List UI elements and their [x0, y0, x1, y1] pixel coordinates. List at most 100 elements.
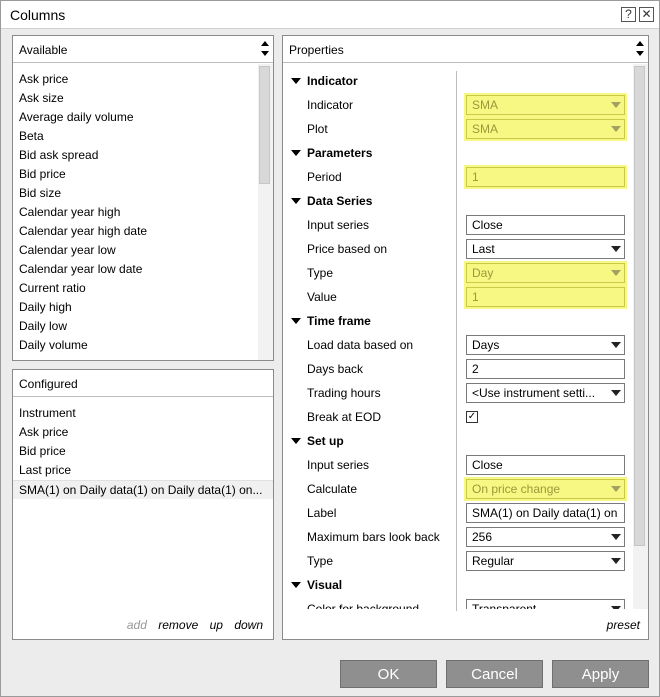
list-item[interactable]: Calendar year low date	[13, 260, 273, 279]
property-dropdown[interactable]: Last	[466, 239, 625, 259]
chevron-down-icon[interactable]	[611, 126, 621, 132]
scroll-thumb[interactable]	[259, 66, 270, 184]
property-row: Indicator SMA	[283, 93, 633, 117]
property-value: Last	[472, 242, 495, 256]
list-item[interactable]: Calendar year high	[13, 203, 273, 222]
cancel-button[interactable]: Cancel	[446, 660, 543, 688]
available-scrollbar[interactable]	[258, 64, 273, 360]
property-input[interactable]: 1	[466, 167, 625, 187]
chevron-down-icon[interactable]	[611, 534, 621, 540]
property-dropdown[interactable]: Regular	[466, 551, 625, 571]
collapse-triangle-icon[interactable]	[291, 582, 301, 588]
chevron-down-icon[interactable]	[611, 246, 621, 252]
property-dropdown[interactable]: Days	[466, 335, 625, 355]
list-item[interactable]: Bid price	[13, 442, 273, 461]
property-row: Trading hours <Use instrument setti...	[283, 381, 633, 405]
columns-dialog: Columns ? ✕ Available Ask price Ask size A…	[0, 0, 660, 697]
property-value: SMA(1) on Daily data(1) on	[472, 506, 618, 520]
list-item[interactable]: Bid ask spread	[13, 146, 273, 165]
chevron-down-icon[interactable]	[611, 486, 621, 492]
category-row[interactable]: Visual	[283, 573, 633, 597]
available-panel: Available Ask price Ask size Average daily…	[12, 35, 274, 361]
property-label: Color for background	[307, 602, 420, 609]
sort-arrows-icon[interactable]	[633, 36, 648, 63]
property-dropdown[interactable]: SMA	[466, 119, 625, 139]
list-item[interactable]: Instrument	[13, 404, 273, 423]
property-row: Maximum bars look back 256	[283, 525, 633, 549]
list-item[interactable]: Daily volume	[13, 336, 273, 355]
down-link[interactable]: down	[234, 618, 263, 632]
property-row: Type Day	[283, 261, 633, 285]
category-row[interactable]: Time frame	[283, 309, 633, 333]
property-value: Transparent	[472, 602, 537, 609]
property-label: Days back	[307, 362, 364, 376]
chevron-down-icon[interactable]	[611, 390, 621, 396]
collapse-triangle-icon[interactable]	[291, 78, 301, 84]
property-value: Close	[472, 458, 503, 472]
add-link[interactable]: add	[127, 618, 147, 632]
property-dropdown[interactable]: SMA	[466, 95, 625, 115]
property-dropdown[interactable]: 256	[466, 527, 625, 547]
properties-scrollbar[interactable]	[633, 64, 648, 609]
break-at-eod-checkbox[interactable]: ✓	[466, 411, 478, 423]
property-dropdown[interactable]: <Use instrument setti...	[466, 383, 625, 403]
property-dropdown[interactable]: On price change	[466, 479, 625, 499]
list-item[interactable]: Beta	[13, 127, 273, 146]
chevron-down-icon[interactable]	[611, 102, 621, 108]
property-input[interactable]: SMA(1) on Daily data(1) on	[466, 503, 625, 523]
list-item[interactable]: Average daily volume	[13, 108, 273, 127]
property-value: 1	[472, 170, 479, 184]
scroll-thumb[interactable]	[634, 66, 645, 546]
apply-button[interactable]: Apply	[552, 660, 649, 688]
list-item[interactable]: Ask price	[13, 70, 273, 89]
property-dropdown[interactable]: Day	[466, 263, 625, 283]
property-input[interactable]: Close	[466, 215, 625, 235]
property-row: Input series Close	[283, 453, 633, 477]
list-item[interactable]: Last price	[13, 461, 273, 480]
property-input[interactable]: 1	[466, 287, 625, 307]
list-item[interactable]: Calendar year low	[13, 241, 273, 260]
list-item[interactable]: Calendar year high date	[13, 222, 273, 241]
property-input[interactable]: Close	[466, 455, 625, 475]
category-row[interactable]: Data Series	[283, 189, 633, 213]
list-item[interactable]: Daily high	[13, 298, 273, 317]
property-row: Input series Close	[283, 213, 633, 237]
category-row[interactable]: Parameters	[283, 141, 633, 165]
remove-link[interactable]: remove	[158, 618, 198, 632]
property-grid: Indicator Indicator SMA Plot SMA Parameters Pe…	[283, 69, 633, 609]
list-item[interactable]: Bid price	[13, 165, 273, 184]
title-bar: Columns ? ✕	[1, 1, 659, 29]
preset-link[interactable]: preset	[607, 618, 640, 632]
list-item[interactable]: Bid size	[13, 184, 273, 203]
property-label: Trading hours	[307, 386, 381, 400]
list-item[interactable]: Ask price	[13, 423, 273, 442]
help-icon[interactable]: ?	[621, 7, 636, 22]
list-item[interactable]: Ask size	[13, 89, 273, 108]
category-label: Set up	[307, 434, 344, 448]
property-row: Load data based on Days	[283, 333, 633, 357]
property-value: Day	[472, 266, 494, 280]
property-value: 256	[472, 530, 493, 544]
category-row[interactable]: Set up	[283, 429, 633, 453]
collapse-triangle-icon[interactable]	[291, 318, 301, 324]
property-row: Break at EOD ✓	[283, 405, 633, 429]
list-item[interactable]: SMA(1) on Daily data(1) on Daily data(1)…	[13, 480, 273, 499]
list-item[interactable]: Daily low	[13, 317, 273, 336]
property-value: On price change	[472, 482, 561, 496]
collapse-triangle-icon[interactable]	[291, 150, 301, 156]
chevron-down-icon[interactable]	[611, 342, 621, 348]
list-item[interactable]: Current ratio	[13, 279, 273, 298]
collapse-triangle-icon[interactable]	[291, 438, 301, 444]
property-dropdown[interactable]: Transparent	[466, 599, 625, 609]
close-icon[interactable]: ✕	[639, 7, 654, 22]
chevron-down-icon[interactable]	[611, 558, 621, 564]
ok-button[interactable]: OK	[340, 660, 437, 688]
up-link[interactable]: up	[210, 618, 223, 632]
sort-arrows-icon[interactable]	[258, 36, 273, 63]
category-row[interactable]: Indicator	[283, 69, 633, 93]
collapse-triangle-icon[interactable]	[291, 198, 301, 204]
chevron-down-icon[interactable]	[611, 270, 621, 276]
property-input[interactable]: 2	[466, 359, 625, 379]
chevron-down-icon[interactable]	[611, 606, 621, 609]
available-header: Available	[13, 36, 273, 63]
